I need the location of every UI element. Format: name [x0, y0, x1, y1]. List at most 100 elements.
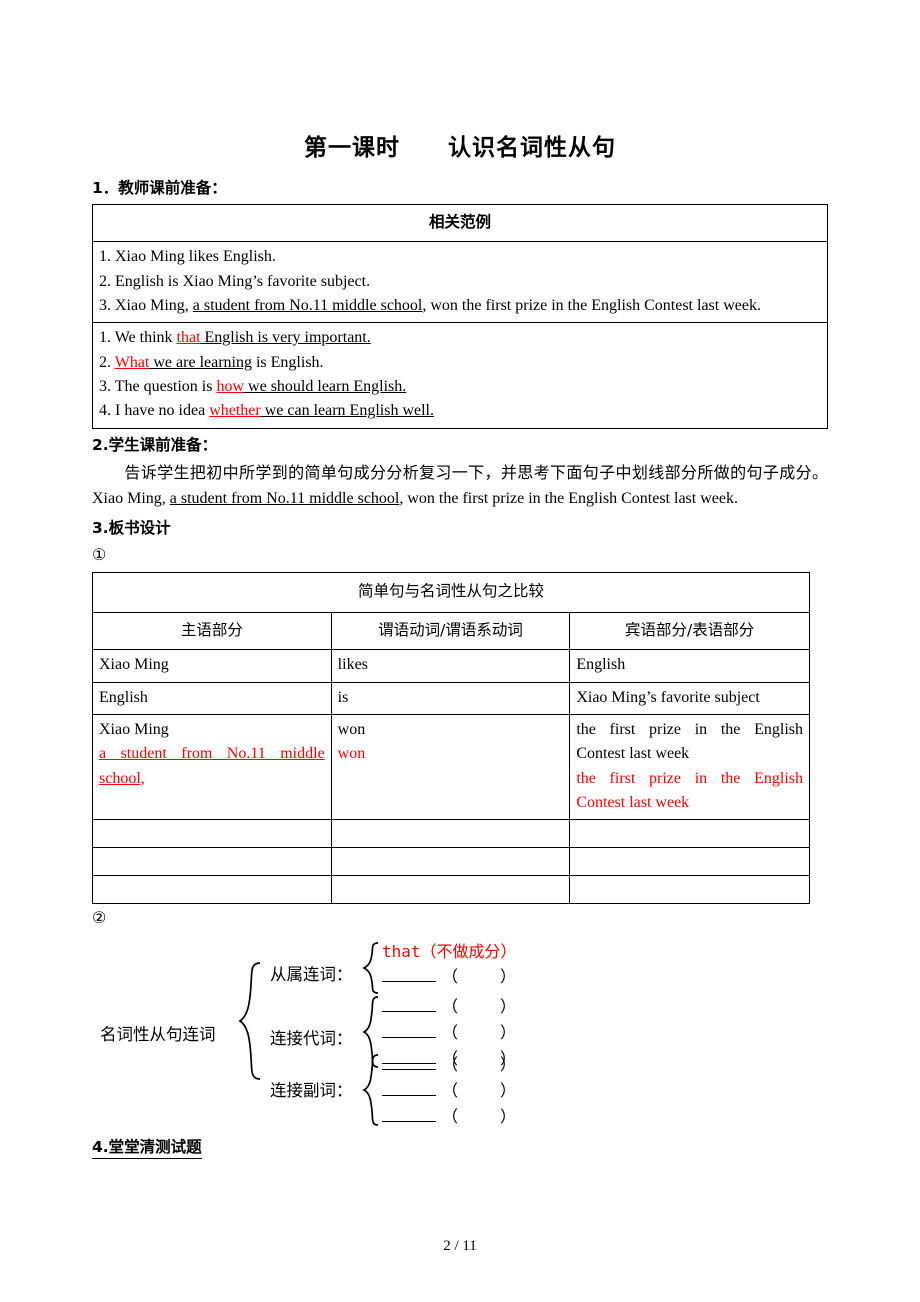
diagram-item-that-word: that [382, 942, 421, 962]
diagram-item-blank[interactable]: （） [382, 995, 516, 1021]
table-row [92, 819, 810, 849]
blank-line[interactable] [382, 1108, 436, 1123]
page-title: 第一课时 认识名词性从句 [304, 135, 616, 161]
blank-line[interactable] [382, 968, 436, 983]
cell-verb-red: won [337, 745, 366, 763]
diagram-item-that: that（不做成分） [382, 939, 517, 965]
marker-circle-1: ① [92, 547, 107, 565]
cell-verb-empty [330, 875, 571, 905]
paren-group: （） [442, 965, 516, 991]
diagram-items-subordinating: that（不做成分） （） [382, 939, 517, 991]
column-header-object: 宾语部分/表语部分 [569, 611, 810, 651]
paren-open: （ [442, 969, 459, 987]
paren-close: ） [500, 969, 517, 987]
blank-line[interactable] [382, 1056, 436, 1071]
example-line-2: 2. English is Xiao Ming’s favorite subje… [99, 272, 371, 290]
cell-object-empty [569, 819, 810, 849]
connective-diagram: 名词性从句连词 从属连词： 连接代词： 连接副词： that（不做成分） （） … [92, 937, 828, 1137]
heading-student-prep: 2.学生课前准备： [92, 435, 218, 454]
cell-verb: is [330, 681, 571, 716]
paren-open: （ [442, 1083, 459, 1101]
paren-group: （） [442, 1021, 516, 1047]
paren-close: ） [500, 1109, 517, 1127]
paren-open: （ [442, 999, 459, 1017]
cell-subject: Xiao Ming [92, 649, 332, 683]
clause-example-3-rest: we should learn English. [244, 378, 407, 396]
cell-object-red: the first prize in the English Contest l… [576, 769, 803, 811]
cell-object-clause: the first prize in the English Contest l… [569, 714, 810, 821]
footer-separator: / [454, 1238, 459, 1254]
table-row: 相关范例 [92, 203, 828, 243]
paren-close: ） [500, 1057, 517, 1075]
heading-quiz-wrap: 4.堂堂清测试题 [92, 1137, 828, 1164]
paren-group: （） [442, 1053, 516, 1079]
paren-open: （ [442, 1025, 459, 1043]
diagram-item-blank[interactable]: （） [382, 1053, 516, 1079]
clause-keyword-that: that [176, 329, 201, 347]
examples-group-simple: 1. Xiao Ming likes English. 2. English i… [92, 241, 828, 324]
blank-line[interactable] [382, 1024, 436, 1039]
paren-close: ） [500, 1083, 517, 1101]
clause-keyword-whether: whether [209, 402, 261, 420]
clause-example-2-prefix: 2. [99, 353, 115, 371]
cell-object-empty [569, 847, 810, 877]
student-prep-appositive: a student from No.11 middle school [169, 490, 400, 508]
blank-line[interactable] [382, 1082, 436, 1097]
footer-page-number: 2 [443, 1238, 451, 1254]
cell-subject-empty [92, 847, 332, 877]
cell-verb: likes [330, 649, 571, 683]
heading-quiz: 4.堂堂清测试题 [92, 1137, 202, 1160]
clause-example-4: 4. I have no idea whether we can learn E… [99, 399, 821, 423]
diagram-item-blank[interactable]: （） [382, 1079, 516, 1105]
student-prep-text-b: , won the first prize in the English Con… [399, 490, 738, 508]
clause-example-3-prefix: 3. The question is [99, 378, 217, 396]
cell-verb-black: won [337, 721, 366, 739]
cell-object-black: the first prize in the English Contest l… [576, 721, 803, 763]
footer-total-pages: 11 [462, 1238, 477, 1254]
heading-board-design: 3.板书设计 [92, 519, 171, 538]
clause-example-2-rest: we are learning [149, 353, 252, 371]
cell-object: Xiao Ming’s favorite subject [569, 681, 810, 716]
diagram-item-blank[interactable]: （） [382, 965, 517, 991]
paren-close: ） [500, 999, 517, 1017]
clause-example-1-prefix: 1. We think [99, 329, 177, 347]
comparison-table-banner: 简单句与名词性从句之比较 [92, 572, 810, 613]
clause-example-2: 2. What we are learning is English. [99, 351, 821, 375]
cell-subject-clause: Xiao Ming a student from No.11 middle sc… [92, 714, 332, 821]
diagram-category-conjunctive-pronoun: 连接代词： [270, 1029, 353, 1049]
diagram-root-label: 名词性从句连词 [100, 1025, 216, 1045]
examples-group-clauses: 1. We think that English is very importa… [92, 322, 828, 429]
student-prep-paragraph: 告诉学生把初中所学到的简单句成分分析复习一下，并思考下面句子中划线部分所做的句子… [92, 461, 828, 513]
clause-keyword-how: how [216, 378, 245, 396]
clause-example-4-prefix: 4. I have no idea [99, 402, 210, 420]
diagram-item-blank[interactable]: （） [382, 1021, 516, 1047]
paren-group: （） [442, 1105, 516, 1131]
diagram-item-blank[interactable]: （） [382, 1105, 516, 1131]
clause-example-3: 3. The question is how we should learn E… [99, 375, 821, 399]
diagram-category-conjunctive-adverb: 连接副词： [270, 1081, 353, 1101]
comparison-table: 简单句与名词性从句之比较 主语部分 谓语动词/谓语系动词 宾语部分/表语部分 X… [92, 572, 810, 905]
clause-example-2-tail: is English. [251, 353, 324, 371]
paren-open: （ [442, 1057, 459, 1075]
paren-group: （） [442, 1079, 516, 1105]
table-row: English is Xiao Ming’s favorite subject [92, 681, 810, 716]
cell-object-empty [569, 875, 810, 905]
cell-subject: English [92, 681, 332, 716]
table-row: 简单句与名词性从句之比较 [92, 572, 810, 613]
cell-object: English [569, 649, 810, 683]
brace-conjunctive-pronoun [362, 996, 379, 1069]
examples-table-banner: 相关范例 [92, 203, 828, 243]
example-line-3-suffix: , won the first prize in the English Con… [422, 297, 761, 315]
blank-line[interactable] [382, 998, 436, 1013]
column-header-verb: 谓语动词/谓语系动词 [330, 611, 571, 651]
example-line-3-appositive: a student from No.11 middle school [192, 297, 423, 315]
cell-subject-empty [92, 875, 332, 905]
diagram-item-that-note: （不做成分） [420, 942, 517, 962]
heading-teacher-prep: 1．教师课前准备： [92, 179, 227, 197]
paren-group: （） [442, 995, 516, 1021]
clause-keyword-what: What [114, 353, 150, 371]
table-row: Xiao Ming likes English [92, 649, 810, 683]
clause-example-1: 1. We think that English is very importa… [99, 326, 821, 350]
diagram-category-subordinating: 从属连词： [270, 965, 353, 985]
table-header-row: 主语部分 谓语动词/谓语系动词 宾语部分/表语部分 [92, 611, 810, 651]
